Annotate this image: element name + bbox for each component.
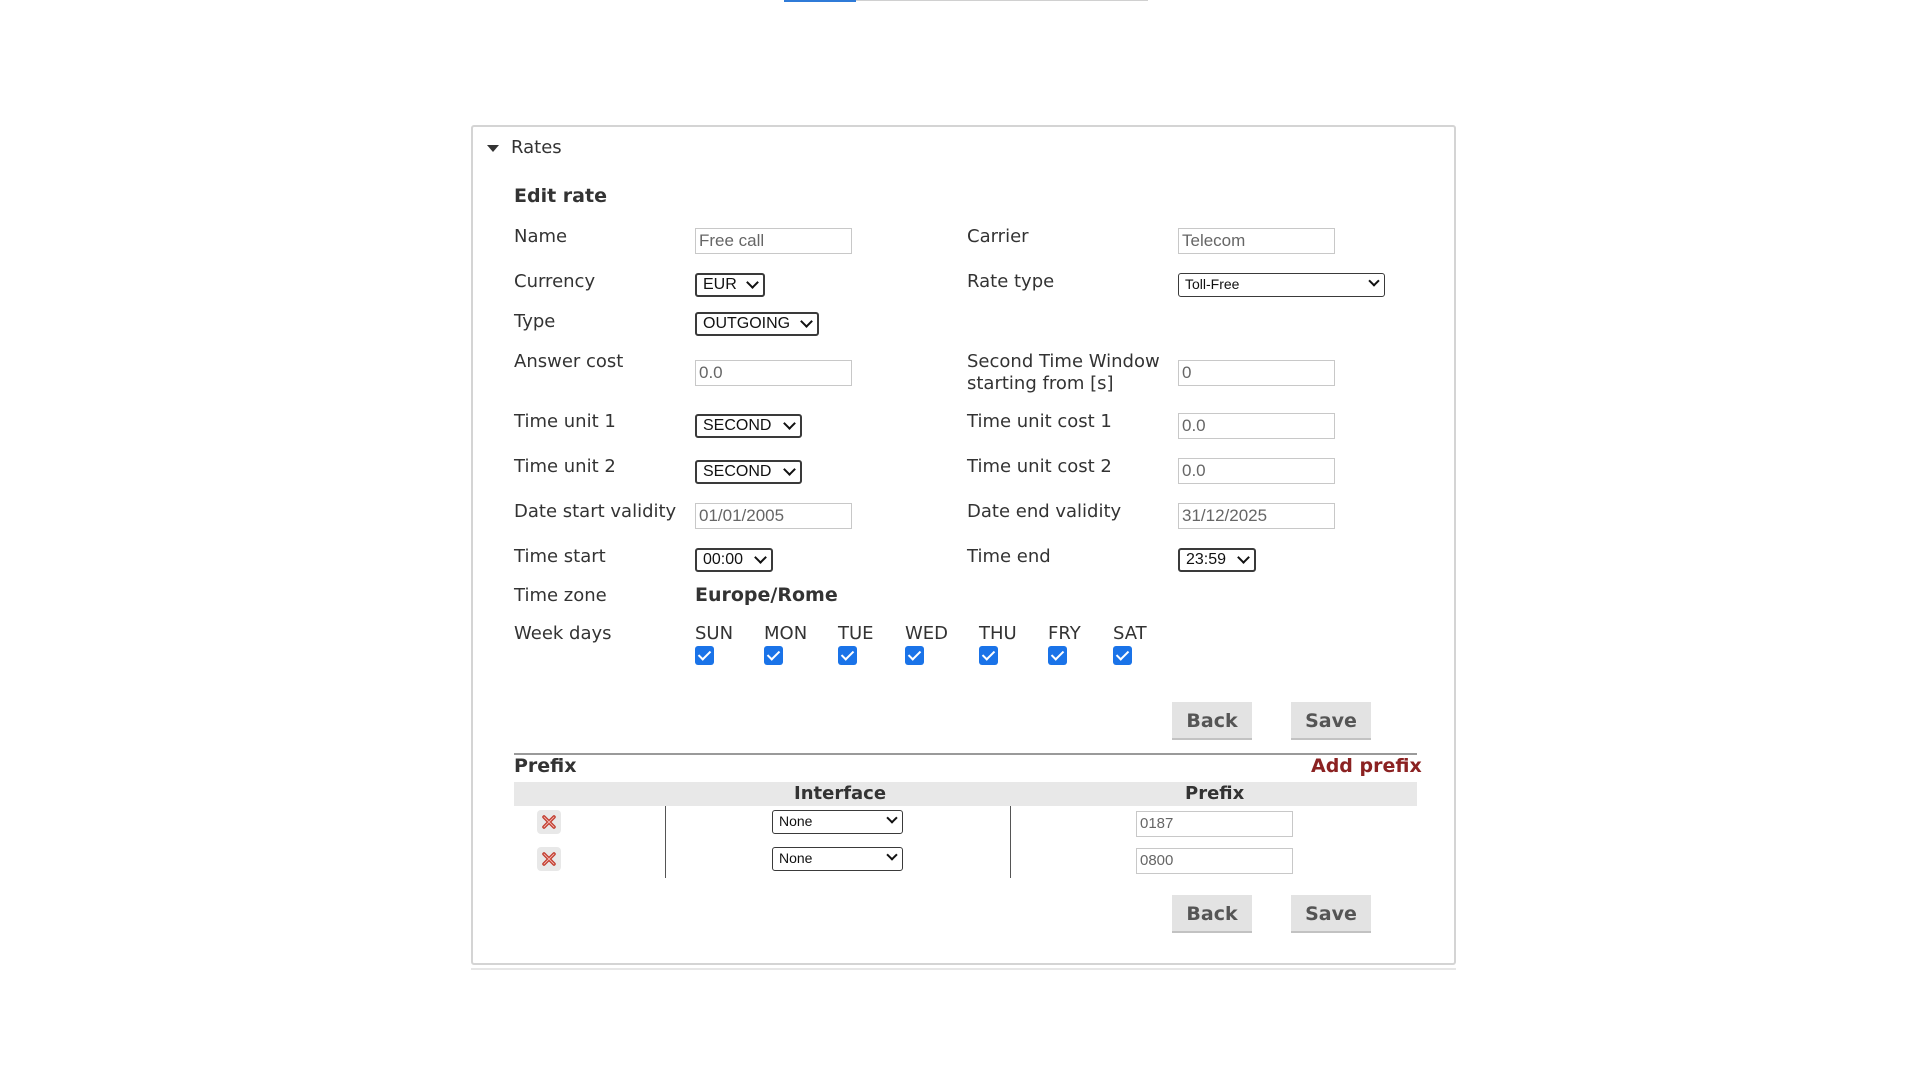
day-label-wed: WED	[905, 623, 949, 644]
second-window-label-line2: starting from [s]	[967, 373, 1114, 394]
day-label-sun: SUN	[695, 623, 734, 644]
date-end-input[interactable]: 31/12/2025	[1178, 503, 1335, 529]
interface-select[interactable]: None	[772, 810, 903, 834]
currency-select-value: EUR	[703, 276, 737, 293]
save-button[interactable]: Save	[1291, 702, 1371, 740]
chevron-down-icon	[1368, 275, 1380, 287]
chevron-down-icon	[754, 551, 767, 564]
prefix-input[interactable]: 0800	[1136, 848, 1293, 874]
table-column-divider	[1010, 806, 1011, 878]
time-unit-1-label: Time unit 1	[514, 411, 616, 432]
day-checkbox-thu[interactable]	[979, 646, 998, 665]
time-unit-cost-1-input[interactable]: 0.0	[1178, 413, 1335, 439]
time-start-select-value: 00:00	[703, 551, 744, 568]
rate-type-label: Rate type	[967, 271, 1055, 292]
prefix-table-header: Interface Prefix	[514, 782, 1417, 806]
currency-select[interactable]: EUR	[695, 273, 765, 297]
interface-column-header: Interface	[794, 783, 887, 804]
carrier-label: Carrier	[967, 226, 1029, 247]
time-unit-2-select-value: SECOND	[703, 463, 772, 480]
day-label-sat: SAT	[1113, 623, 1147, 644]
day-label-tue: TUE	[838, 623, 874, 644]
carrier-input[interactable]: Telecom	[1178, 228, 1335, 254]
delete-prefix-button[interactable]	[537, 810, 561, 834]
back-button-bottom[interactable]: Back	[1172, 895, 1252, 933]
interface-select[interactable]: None	[772, 847, 903, 871]
edit-rate-title: Edit rate	[514, 185, 607, 207]
chevron-down-icon	[783, 463, 796, 476]
date-start-input[interactable]: 01/01/2005	[695, 503, 852, 529]
save-button-bottom[interactable]: Save	[1291, 895, 1371, 933]
answer-cost-input[interactable]: 0.0	[695, 360, 852, 386]
time-unit-cost-1-label: Time unit cost 1	[967, 411, 1112, 432]
currency-label: Currency	[514, 271, 596, 292]
day-label-thu: THU	[979, 623, 1017, 644]
delete-x-icon	[542, 852, 556, 866]
interface-select-value: None	[779, 850, 813, 866]
time-end-select-value: 23:59	[1186, 551, 1227, 568]
delete-prefix-button[interactable]	[537, 847, 561, 871]
prefix-input[interactable]: 0187	[1136, 811, 1293, 837]
week-days-label: Week days	[514, 623, 612, 644]
time-end-select[interactable]: 23:59	[1178, 548, 1256, 572]
time-unit-cost-2-label: Time unit cost 2	[967, 456, 1112, 477]
day-label-fry: FRY	[1048, 623, 1081, 644]
date-start-label: Date start validity	[514, 501, 677, 522]
time-unit-1-select[interactable]: SECOND	[695, 414, 802, 438]
second-window-label: Second Time Window starting from [s]	[967, 351, 1160, 395]
delete-x-icon	[542, 815, 556, 829]
rates-panel-header[interactable]: Rates	[487, 137, 562, 158]
chevron-down-icon	[886, 812, 898, 824]
chevron-down-icon	[886, 849, 898, 861]
interface-select-value: None	[779, 813, 813, 829]
day-label-mon: MON	[764, 623, 808, 644]
day-checkbox-wed[interactable]	[905, 646, 924, 665]
time-unit-1-select-value: SECOND	[703, 417, 772, 434]
day-checkbox-tue[interactable]	[838, 646, 857, 665]
second-window-input[interactable]: 0	[1178, 360, 1335, 386]
add-prefix-link[interactable]: Add prefix	[1311, 755, 1422, 777]
time-zone-label: Time zone	[514, 585, 607, 606]
rate-type-select[interactable]: Toll-Free	[1178, 273, 1385, 297]
time-start-select[interactable]: 00:00	[695, 548, 773, 572]
rate-type-select-value: Toll-Free	[1185, 276, 1240, 292]
panel-bottom-shadow	[471, 968, 1456, 970]
collapse-caret-icon[interactable]	[487, 145, 499, 152]
table-column-divider	[665, 806, 666, 878]
day-checkbox-sat[interactable]	[1113, 646, 1132, 665]
back-button[interactable]: Back	[1172, 702, 1252, 740]
time-unit-2-select[interactable]: SECOND	[695, 460, 802, 484]
day-checkbox-sun[interactable]	[695, 646, 714, 665]
prefix-title: Prefix	[514, 755, 577, 777]
date-end-label: Date end validity	[967, 501, 1122, 522]
type-label: Type	[514, 311, 556, 332]
name-label: Name	[514, 226, 568, 247]
time-unit-2-label: Time unit 2	[514, 456, 616, 477]
time-unit-cost-2-input[interactable]: 0.0	[1178, 458, 1335, 484]
chevron-down-icon	[1237, 551, 1250, 564]
prefix-divider	[514, 753, 1417, 755]
prefix-column-header: Prefix	[1185, 783, 1245, 804]
type-select-value: OUTGOING	[703, 315, 791, 332]
chevron-down-icon	[746, 276, 759, 289]
chevron-down-icon	[783, 417, 796, 430]
type-select[interactable]: OUTGOING	[695, 312, 819, 336]
day-checkbox-fry[interactable]	[1048, 646, 1067, 665]
time-zone-value: Europe/Rome	[695, 584, 838, 606]
time-start-label: Time start	[514, 546, 606, 567]
time-end-label: Time end	[967, 546, 1051, 567]
rates-panel: Rates Edit rate Name Free call Carrier T…	[471, 125, 1456, 965]
day-checkbox-mon[interactable]	[764, 646, 783, 665]
top-tab-active-indicator[interactable]	[784, 0, 856, 2]
second-window-label-line1: Second Time Window	[967, 351, 1160, 372]
name-input[interactable]: Free call	[695, 228, 852, 254]
panel-title: Rates	[511, 137, 562, 158]
answer-cost-label: Answer cost	[514, 351, 624, 372]
chevron-down-icon	[800, 315, 813, 328]
